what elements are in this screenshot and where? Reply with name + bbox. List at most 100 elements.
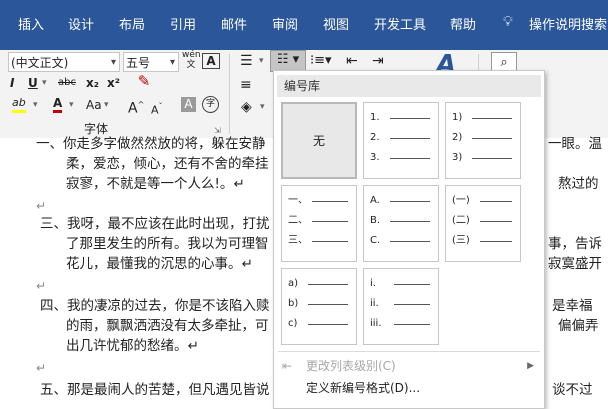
- chevron-down-icon[interactable]: ▾: [260, 98, 265, 116]
- doc-line: 四、我的凄凉的过去，你是不该陷入赎: [40, 298, 270, 314]
- tab-design[interactable]: 设计: [68, 14, 94, 33]
- rule-line: [308, 304, 348, 305]
- shrink-font-button[interactable]: Aˇ: [151, 98, 163, 120]
- doc-line-fragment: 寂寞盛开: [548, 256, 602, 272]
- doc-line: 花儿，最懂我的沉思的心事。↵: [66, 256, 253, 272]
- rule-line: [472, 138, 512, 139]
- rule-line: [472, 118, 512, 119]
- numbering-format-option[interactable]: (一) (二) (三): [445, 185, 521, 262]
- rule-line: [308, 324, 348, 325]
- define-new-number-format-label: 定义新编号格式(D)...: [306, 381, 421, 395]
- chevron-down-icon[interactable]: ▾: [33, 96, 38, 114]
- doc-line-fragment: 谈不过: [552, 382, 593, 398]
- enclose-char-button[interactable]: 字: [202, 96, 219, 113]
- numbering-format-option[interactable]: 1) 2) 3): [445, 102, 521, 179]
- numbering-format-option[interactable]: i. ii. iii.: [363, 268, 439, 345]
- highlight-button[interactable]: ab: [12, 96, 26, 113]
- tab-mailings[interactable]: 邮件: [221, 14, 247, 33]
- subscript-button[interactable]: x₂: [86, 74, 99, 92]
- change-list-level-label: 更改列表级别(C): [306, 359, 396, 373]
- numbering-format-option[interactable]: A. B. C.: [363, 185, 439, 262]
- number-label: (三): [452, 235, 470, 246]
- decrease-indent-icon[interactable]: ⇤: [346, 52, 358, 70]
- rule-line: [312, 221, 348, 222]
- paragraph-mark: ↵: [36, 199, 47, 213]
- change-list-level-item[interactable]: ⇤ 更改列表级别(C) ▶: [278, 355, 542, 377]
- tab-insert[interactable]: 插入: [18, 14, 44, 33]
- underline-button[interactable]: U: [28, 74, 38, 92]
- tell-me-search[interactable]: 操作说明搜索: [529, 14, 607, 33]
- increase-indent-icon[interactable]: ⇥: [372, 52, 384, 70]
- chevron-down-icon[interactable]: ▾: [259, 52, 264, 70]
- tab-layout[interactable]: 布局: [119, 14, 145, 33]
- indent-icon: ⇤: [282, 359, 293, 373]
- tab-references[interactable]: 引用: [170, 14, 196, 33]
- bullets-icon[interactable]: ☰: [240, 52, 253, 70]
- number-label: 3.: [370, 152, 380, 163]
- chevron-right-icon: ▶: [527, 361, 534, 371]
- numbering-format-option[interactable]: 一、 二、 三、: [281, 185, 357, 262]
- doc-line: 的雨，飘飘洒洒没有太多牵扯，可: [66, 318, 269, 334]
- group-divider: [229, 54, 230, 134]
- paragraph-mark: ↵: [36, 361, 47, 375]
- numbering-format-option[interactable]: 1. 2. 3.: [363, 102, 439, 179]
- doc-line-fragment: 偏偏弄: [558, 318, 599, 334]
- shading-icon[interactable]: ◈: [241, 98, 252, 116]
- tab-help[interactable]: 帮助: [450, 14, 476, 33]
- number-label: A.: [370, 195, 380, 206]
- phonetic-guide-icon[interactable]: wén 文: [182, 50, 201, 70]
- menu-divider: [278, 351, 540, 352]
- numbering-none-option[interactable]: 无: [281, 102, 357, 179]
- doc-line-fragment: 一眼。温: [548, 136, 602, 152]
- chevron-down-icon[interactable]: ▾: [69, 96, 74, 114]
- strikethrough-button[interactable]: abc: [58, 74, 76, 92]
- align-left-icon[interactable]: ≡: [240, 76, 252, 94]
- tab-view[interactable]: 视图: [323, 14, 349, 33]
- rule-line: [390, 221, 430, 222]
- number-label: 三、: [288, 235, 308, 246]
- multilevel-list-icon[interactable]: ⁝≡▾: [310, 52, 332, 70]
- define-new-number-format-item[interactable]: 定义新编号格式(D)...: [278, 377, 542, 399]
- change-case-button[interactable]: Aa: [86, 96, 102, 114]
- number-label: a): [288, 278, 299, 289]
- rule-line: [390, 118, 430, 119]
- numbering-library-header: 编号库: [277, 75, 541, 97]
- doc-line-fragment: 是幸福: [552, 298, 593, 314]
- numbering-button[interactable]: ☷ ▾: [270, 50, 306, 72]
- number-label: c): [288, 318, 298, 329]
- number-label: 2): [452, 132, 463, 143]
- chevron-down-icon[interactable]: ▾: [104, 96, 109, 114]
- doc-line: 一、你走多字做然然放的将，躲在安静: [36, 136, 266, 152]
- grow-font-button[interactable]: A^: [128, 96, 144, 118]
- char-border-icon[interactable]: A: [202, 53, 220, 69]
- doc-line: 了那里发生的所有。我以为可理智: [66, 236, 269, 252]
- font-color-button[interactable]: A: [53, 96, 63, 113]
- number-label: 3): [452, 152, 463, 163]
- lightbulb-icon[interactable]: 💡︎: [503, 14, 513, 30]
- font-size-combo[interactable]: 五号 ▾: [123, 52, 179, 72]
- font-name-combo[interactable]: (中文正文) ▾: [8, 52, 120, 72]
- number-label: i.: [370, 278, 376, 289]
- rule-line: [394, 304, 430, 305]
- numbering-format-option[interactable]: a) b) c): [281, 268, 357, 345]
- rule-line: [308, 284, 348, 285]
- number-label: (二): [452, 215, 470, 226]
- number-label: 2.: [370, 132, 380, 143]
- clear-format-icon[interactable]: ✎: [136, 72, 152, 90]
- number-label: iii.: [370, 318, 382, 329]
- tab-developer[interactable]: 开发工具: [374, 14, 426, 33]
- chevron-down-icon: ▾: [110, 57, 116, 68]
- italic-button[interactable]: I: [10, 74, 14, 92]
- doc-line: 五、那是最闹人的苦楚，但凡遇见皆说: [40, 382, 270, 398]
- rule-line: [480, 221, 512, 222]
- doc-line-fragment: 熬过的: [558, 176, 599, 192]
- doc-line: 寂寥，不就是等一个人么!。↵: [66, 176, 245, 192]
- tab-review[interactable]: 审阅: [272, 14, 298, 33]
- grow-font-text: A: [128, 100, 138, 117]
- chevron-down-icon[interactable]: ▾: [42, 74, 47, 92]
- rule-line: [394, 284, 430, 285]
- superscript-button[interactable]: x²: [107, 74, 120, 92]
- rule-line: [480, 241, 512, 242]
- char-shading-button[interactable]: A: [181, 97, 196, 112]
- rule-line: [390, 201, 430, 202]
